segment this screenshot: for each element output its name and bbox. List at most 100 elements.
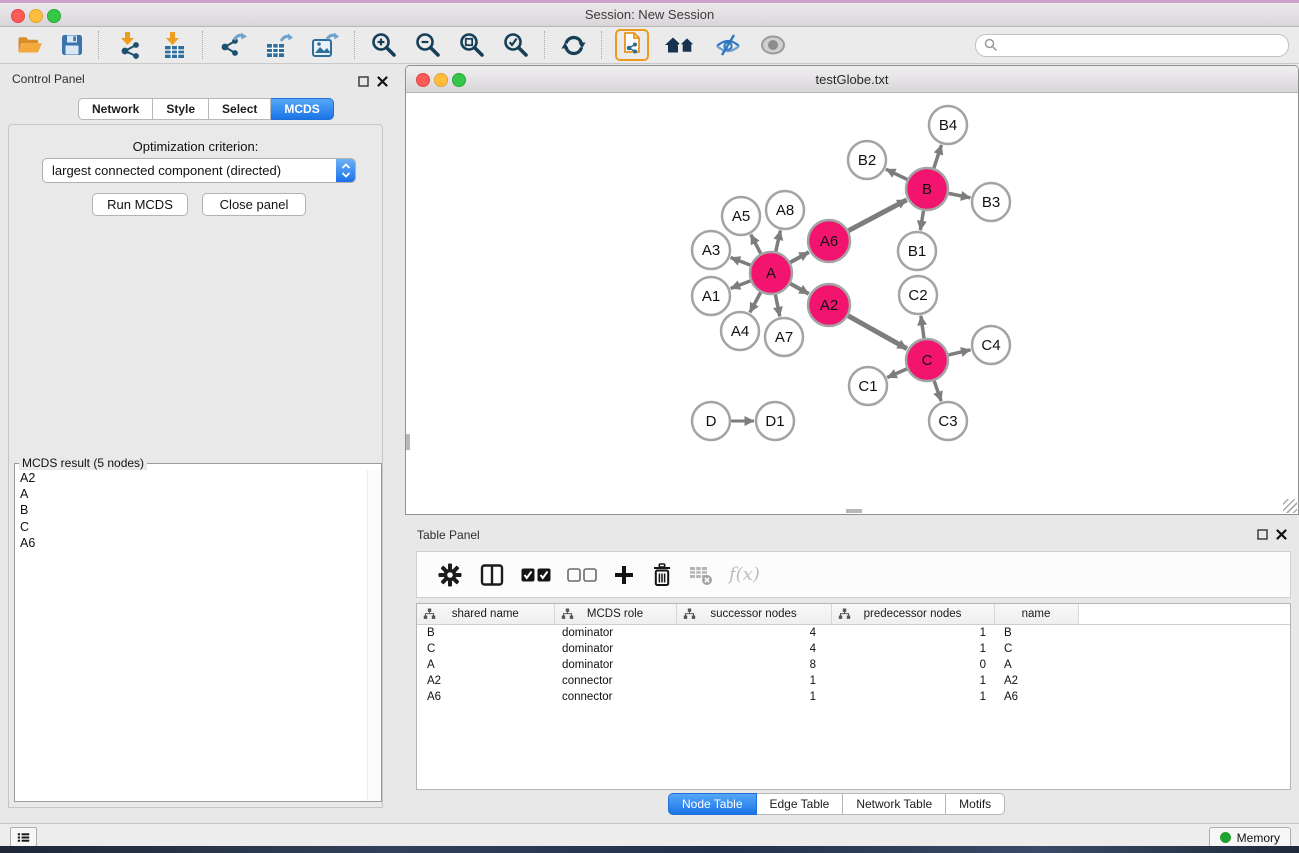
export-image-button[interactable] [309,29,341,61]
graph-node-C2[interactable]: C2 [899,276,937,314]
graph-edge-C-C1[interactable] [887,369,907,378]
table-cell[interactable]: 1 [676,689,831,705]
vertical-scroll-indicator[interactable] [406,434,410,450]
table-cell[interactable]: 4 [676,641,831,657]
table-cell[interactable]: A2 [417,673,554,689]
close-panel-button[interactable]: Close panel [202,193,306,216]
new-network-from-selection-button[interactable] [615,29,649,61]
graph-node-C4[interactable]: C4 [972,326,1010,364]
table-cell[interactable]: 0 [831,657,994,673]
graph-edge-B-B3[interactable] [949,193,971,197]
graph-node-B1[interactable]: B1 [898,232,936,270]
create-column-button[interactable] [611,559,637,591]
table-row[interactable]: Bdominator41B [417,625,1290,642]
table-cell[interactable]: C [994,641,1078,657]
control-panel-float-button[interactable] [357,75,369,87]
table-cell[interactable]: dominator [554,641,676,657]
table-cell[interactable]: 4 [676,625,831,642]
tab-mcds[interactable]: MCDS [271,98,333,120]
mcds-result-item[interactable]: A6 [15,535,381,551]
graph-edge-A2-C[interactable] [848,316,907,349]
graph-edge-A-A8[interactable] [776,230,781,251]
graph-node-C[interactable]: C [906,339,948,381]
open-session-button[interactable] [15,29,45,61]
tab-network-table[interactable]: Network Table [843,793,946,815]
tab-node-table[interactable]: Node Table [668,793,757,815]
memory-button[interactable]: Memory [1209,827,1291,848]
table-row[interactable]: Cdominator41C [417,641,1290,657]
graph-node-A5[interactable]: A5 [722,197,760,235]
table-cell[interactable]: 1 [831,673,994,689]
table-row[interactable]: Adominator80A [417,657,1290,673]
window-resize-grip[interactable] [1283,499,1297,513]
horizontal-scroll-indicator[interactable] [846,509,862,513]
select-all-columns-button[interactable] [519,559,553,591]
column-header-mcds-role[interactable]: MCDS role [554,604,676,625]
graph-node-D[interactable]: D [692,402,730,440]
table-cell[interactable]: A2 [994,673,1078,689]
graph-node-B4[interactable]: B4 [929,106,967,144]
table-cell[interactable]: A [417,657,554,673]
graph-node-B3[interactable]: B3 [972,183,1010,221]
graph-edge-A-A5[interactable] [751,235,761,254]
graph-node-A6[interactable]: A6 [808,220,850,262]
graph-node-A2[interactable]: A2 [808,284,850,326]
column-header-name[interactable]: name [994,604,1078,625]
graph-edge-B-B2[interactable] [886,169,907,179]
tab-select[interactable]: Select [209,98,271,120]
save-session-button[interactable] [59,29,85,61]
mcds-result-item[interactable]: A [15,486,381,502]
table-row[interactable]: A2connector11A2 [417,673,1290,689]
delete-table-button[interactable] [687,559,715,591]
graph-edge-A-A1[interactable] [731,281,751,289]
graph-node-B2[interactable]: B2 [848,141,886,179]
table-panel-close-button[interactable] [1275,528,1287,540]
graph-node-A[interactable]: A [750,252,792,294]
graph-edge-A-A2[interactable] [790,284,809,294]
show-columns-button[interactable] [477,559,507,591]
column-header-predecessor-nodes[interactable]: predecessor nodes [831,604,994,625]
table-cell[interactable]: 8 [676,657,831,673]
mcds-result-item[interactable]: B [15,502,381,518]
mcds-result-item[interactable]: A2 [15,470,381,486]
table-cell[interactable]: B [994,625,1078,642]
import-table-button[interactable] [158,29,189,61]
criterion-select[interactable]: largest connected component (directed) [42,158,356,183]
tab-motifs[interactable]: Motifs [946,793,1005,815]
task-history-button[interactable] [10,827,37,847]
table-cell[interactable]: A6 [417,689,554,705]
graph-edge-A-A3[interactable] [731,258,751,266]
import-network-button[interactable] [113,29,144,61]
search-input[interactable] [1003,37,1280,53]
graph-edge-B-B4[interactable] [934,145,942,168]
show-graphics-details-button[interactable] [758,29,788,61]
delete-columns-button[interactable] [649,559,675,591]
table-cell[interactable]: 1 [676,673,831,689]
control-panel-close-button[interactable] [376,75,388,87]
table-row[interactable]: A6connector11A6 [417,689,1290,705]
first-neighbors-button[interactable] [662,29,698,61]
function-builder-button[interactable]: f(x) [727,559,762,591]
column-header-shared-name[interactable]: shared name [417,604,554,625]
graph-node-A8[interactable]: A8 [766,191,804,229]
graph-edge-A-A7[interactable] [775,295,779,317]
table-cell[interactable]: A6 [994,689,1078,705]
tab-edge-table[interactable]: Edge Table [757,793,844,815]
table-cell[interactable]: dominator [554,657,676,673]
tab-style[interactable]: Style [153,98,209,120]
graph-node-A4[interactable]: A4 [721,312,759,350]
table-panel-float-button[interactable] [1256,528,1268,540]
apply-layout-button[interactable] [559,29,588,61]
zoom-fit-button[interactable] [457,29,487,61]
table-cell[interactable]: B [417,625,554,642]
table-cell[interactable]: connector [554,673,676,689]
graph-edge-A-A6[interactable] [790,252,809,262]
graph-node-A3[interactable]: A3 [692,231,730,269]
table-cell[interactable]: 1 [831,625,994,642]
export-network-button[interactable] [217,29,249,61]
graph-node-C1[interactable]: C1 [849,367,887,405]
table-cell[interactable]: 1 [831,641,994,657]
table-cell[interactable]: 1 [831,689,994,705]
column-header-successor-nodes[interactable]: successor nodes [676,604,831,625]
table-cell[interactable]: dominator [554,625,676,642]
